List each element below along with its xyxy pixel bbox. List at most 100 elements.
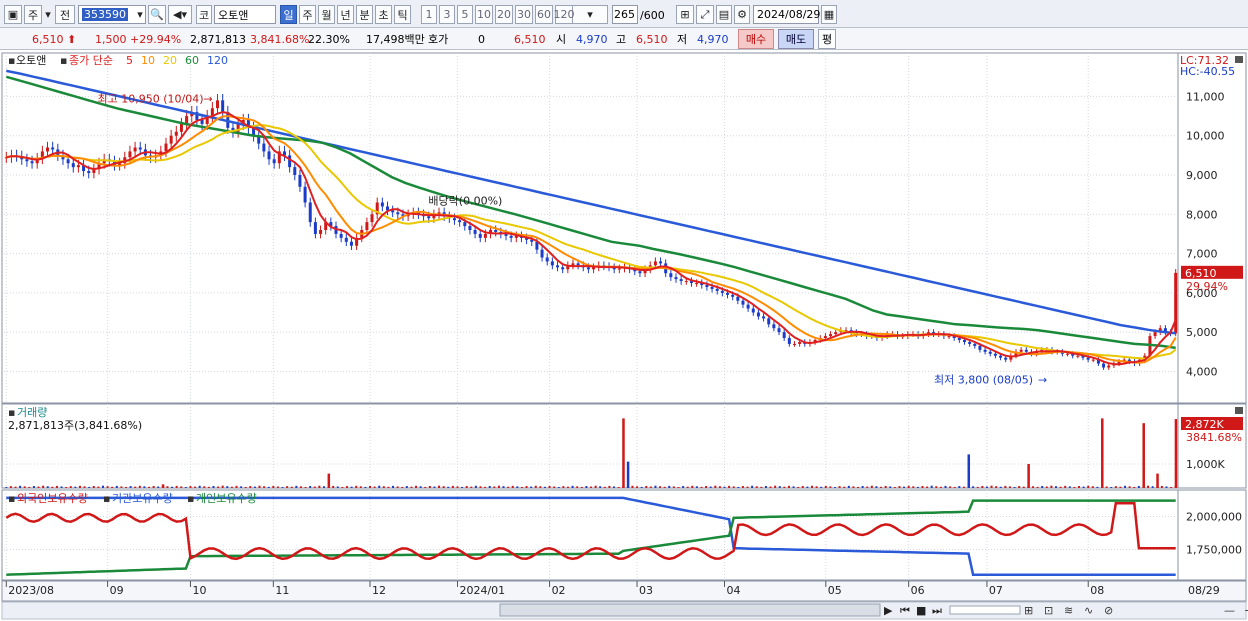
volume-bar: [92, 486, 95, 488]
tool-icon-2: ≋: [1064, 604, 1073, 617]
interval-button-60[interactable]: 60: [535, 5, 553, 24]
volume-bar: [387, 486, 390, 488]
interval-button-120[interactable]: 120: [554, 5, 575, 24]
speaker-icon[interactable]: ◀▾: [168, 5, 192, 24]
interval-button-3[interactable]: 3: [439, 5, 455, 24]
x-tick-label-7: 03: [639, 584, 653, 597]
candle-body: [586, 267, 590, 270]
candle-body: [293, 167, 297, 175]
interval-button-30[interactable]: 30: [515, 5, 533, 24]
candle-body: [540, 249, 544, 258]
interval-button-20[interactable]: 20: [495, 5, 513, 24]
x-tick-label-0: 2023/08: [8, 584, 54, 597]
volume-bar: [985, 486, 988, 488]
average-button[interactable]: 평: [818, 29, 836, 49]
candle-body: [731, 294, 735, 297]
candle-body: [973, 343, 977, 346]
last-price-label: 6,510: [1185, 267, 1217, 280]
candle-body: [272, 159, 276, 164]
candle-body: [638, 271, 642, 274]
candle-body: [715, 288, 719, 291]
volume-bar: [801, 486, 804, 488]
legend-ma-60: 60: [185, 54, 199, 67]
window-icon[interactable]: ▣: [4, 5, 22, 24]
volume-bar: [55, 485, 58, 488]
volume-bar: [769, 486, 772, 488]
toolbar: ▣ 주 ▾ 전 353590 ▾ 🔍 ◀▾ 코 오토앤 ▾ 265 /600 ⊞…: [0, 0, 1248, 28]
price-tick-label-7: 4,000: [1186, 365, 1218, 378]
volume-bar: [838, 486, 841, 488]
volume-bar: [916, 486, 919, 488]
volume-bar: [74, 486, 77, 488]
volume-bar: [525, 486, 528, 488]
nav-icon-1: ⏮: [900, 604, 910, 617]
period-tab-2[interactable]: 월: [318, 5, 335, 24]
volume-bar: [511, 485, 514, 488]
calendar-icon[interactable]: ▦: [821, 5, 837, 24]
x-axis-strip: [1, 580, 1247, 602]
legend-ma-5: 5: [126, 54, 133, 67]
volume-bar: [580, 486, 583, 488]
volume-bar: [1096, 486, 1099, 488]
volume-bar: [663, 486, 666, 488]
buy-button[interactable]: 매수: [738, 29, 774, 49]
search-icon[interactable]: 🔍: [148, 5, 166, 24]
volume-bar: [907, 485, 910, 488]
code-dropdown-icon[interactable]: ▾: [134, 5, 146, 24]
volume-bar: [732, 486, 735, 488]
period-tab-4[interactable]: 분: [356, 5, 373, 24]
volume-last-label: 2,872K: [1185, 418, 1224, 431]
price-change: 1,500: [95, 32, 127, 46]
volume-bar: [1110, 487, 1113, 488]
interval-button-1[interactable]: 1: [421, 5, 437, 24]
candle-body: [756, 312, 760, 317]
volume-bar: [507, 486, 510, 488]
volume-bar: [792, 486, 795, 488]
candle-type-icon[interactable]: ⊞: [676, 5, 694, 24]
volume-bar: [820, 486, 823, 488]
candle-body: [968, 341, 972, 344]
period-tab-3[interactable]: 년: [337, 5, 354, 24]
interval-button-10[interactable]: 10: [475, 5, 493, 24]
draw-tool-icon[interactable]: ⤢: [696, 5, 714, 24]
candle-body: [164, 143, 168, 152]
volume-bar: [824, 485, 827, 488]
market-dropdown-icon[interactable]: ▾: [44, 5, 52, 24]
candle-body: [71, 163, 75, 168]
volume-bar: [373, 486, 376, 488]
period-tab-1[interactable]: 주: [299, 5, 316, 24]
volume-bar: [695, 486, 698, 488]
volume-bar: [290, 486, 293, 488]
volume-bar: [23, 486, 26, 488]
data-count-input[interactable]: 265: [612, 5, 638, 24]
candle-body: [468, 226, 472, 230]
volume-bar: [355, 485, 358, 488]
last-change-label: 29.94%: [1186, 280, 1228, 293]
period-tab-5[interactable]: 초: [375, 5, 392, 24]
volume-bar: [88, 486, 91, 488]
candle-body: [592, 267, 596, 270]
volume-bar: [852, 486, 855, 488]
volume-bar: [778, 486, 781, 488]
stock-chart[interactable]: 11,00010,0009,0008,0007,0006,0005,0004,0…: [0, 51, 1248, 621]
market-filter-stock[interactable]: 주: [24, 5, 42, 24]
period-tab-0[interactable]: 일: [280, 5, 297, 24]
gear-icon[interactable]: ⚙: [734, 5, 750, 24]
date-input[interactable]: 2024/08/29: [753, 5, 820, 24]
volume-bar: [359, 486, 362, 488]
volume-bar: [129, 486, 132, 488]
period-tab-6[interactable]: 틱: [394, 5, 411, 24]
volume-bar: [774, 485, 777, 488]
volume-bar: [534, 485, 537, 488]
stock-name-field[interactable]: 오토앤: [214, 5, 276, 24]
volume-bar: [728, 485, 731, 488]
sell-button[interactable]: 매도: [778, 29, 814, 49]
interval-dropdown[interactable]: ▾: [572, 5, 608, 24]
candle-body: [576, 263, 580, 266]
volume-bar: [1022, 486, 1025, 488]
market-filter-all[interactable]: 전: [55, 5, 75, 24]
save-icon[interactable]: ▤: [716, 5, 732, 24]
interval-button-5[interactable]: 5: [457, 5, 473, 24]
volume-bar: [847, 485, 850, 488]
volume-bar: [341, 487, 344, 488]
